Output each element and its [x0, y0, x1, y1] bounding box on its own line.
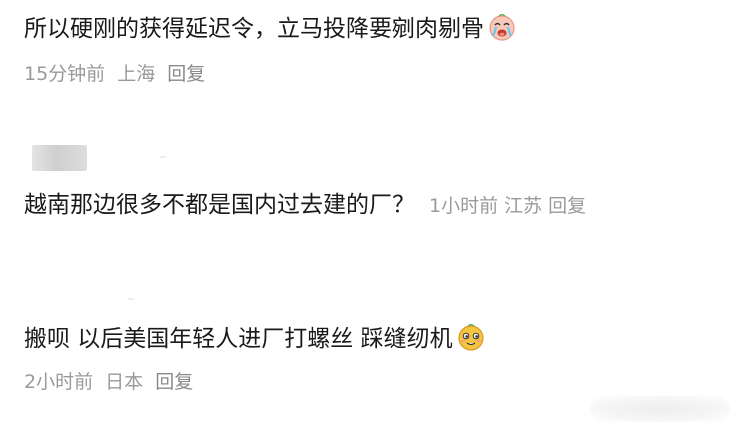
comment-3-meta: 2小时前 日本 回复 — [24, 370, 199, 394]
comment-1-text: 所以硬刚的获得延迟令，立马投降要剜肉剔骨 — [24, 12, 517, 44]
comment-1-location: 上海 — [117, 63, 156, 85]
comment-3-text: 搬呗 以后美国年轻人进厂打螺丝 踩缝纫机 — [24, 322, 486, 354]
comment-3-location: 日本 — [105, 371, 144, 393]
blurred-username — [32, 145, 87, 171]
blur-artifact — [128, 298, 134, 300]
comment-3-time: 2小时前 — [24, 371, 94, 393]
comment-3-body: 搬呗 以后美国年轻人进厂打螺丝 踩缝纫机 — [24, 326, 453, 352]
comment-1-meta: 15分钟前 上海 回复 — [24, 62, 211, 86]
comment-1-time: 15分钟前 — [24, 63, 106, 85]
comment-1-reply-button[interactable]: 回复 — [167, 63, 205, 85]
comment-2-text: 越南那边很多不都是国内过去建的厂？ 1小时前 江苏 回复 — [24, 190, 592, 221]
blurred-watermark — [590, 396, 730, 422]
crying-face-emoji-icon — [489, 14, 515, 41]
blur-artifact — [160, 156, 166, 158]
comment-2-body: 越南那边很多不都是国内过去建的厂？ — [24, 192, 415, 218]
comment-2-reply-button[interactable]: 回复 — [548, 195, 586, 217]
smug-face-emoji-icon — [458, 324, 484, 351]
comment-1-body: 所以硬刚的获得延迟令，立马投降要剜肉剔骨 — [24, 16, 484, 42]
comment-2-location: 江苏 — [504, 195, 543, 217]
comment-2-meta: 1小时前 江苏 回复 — [429, 195, 592, 217]
comment-3-reply-button[interactable]: 回复 — [155, 371, 193, 393]
comment-2-time: 1小时前 — [429, 195, 499, 217]
